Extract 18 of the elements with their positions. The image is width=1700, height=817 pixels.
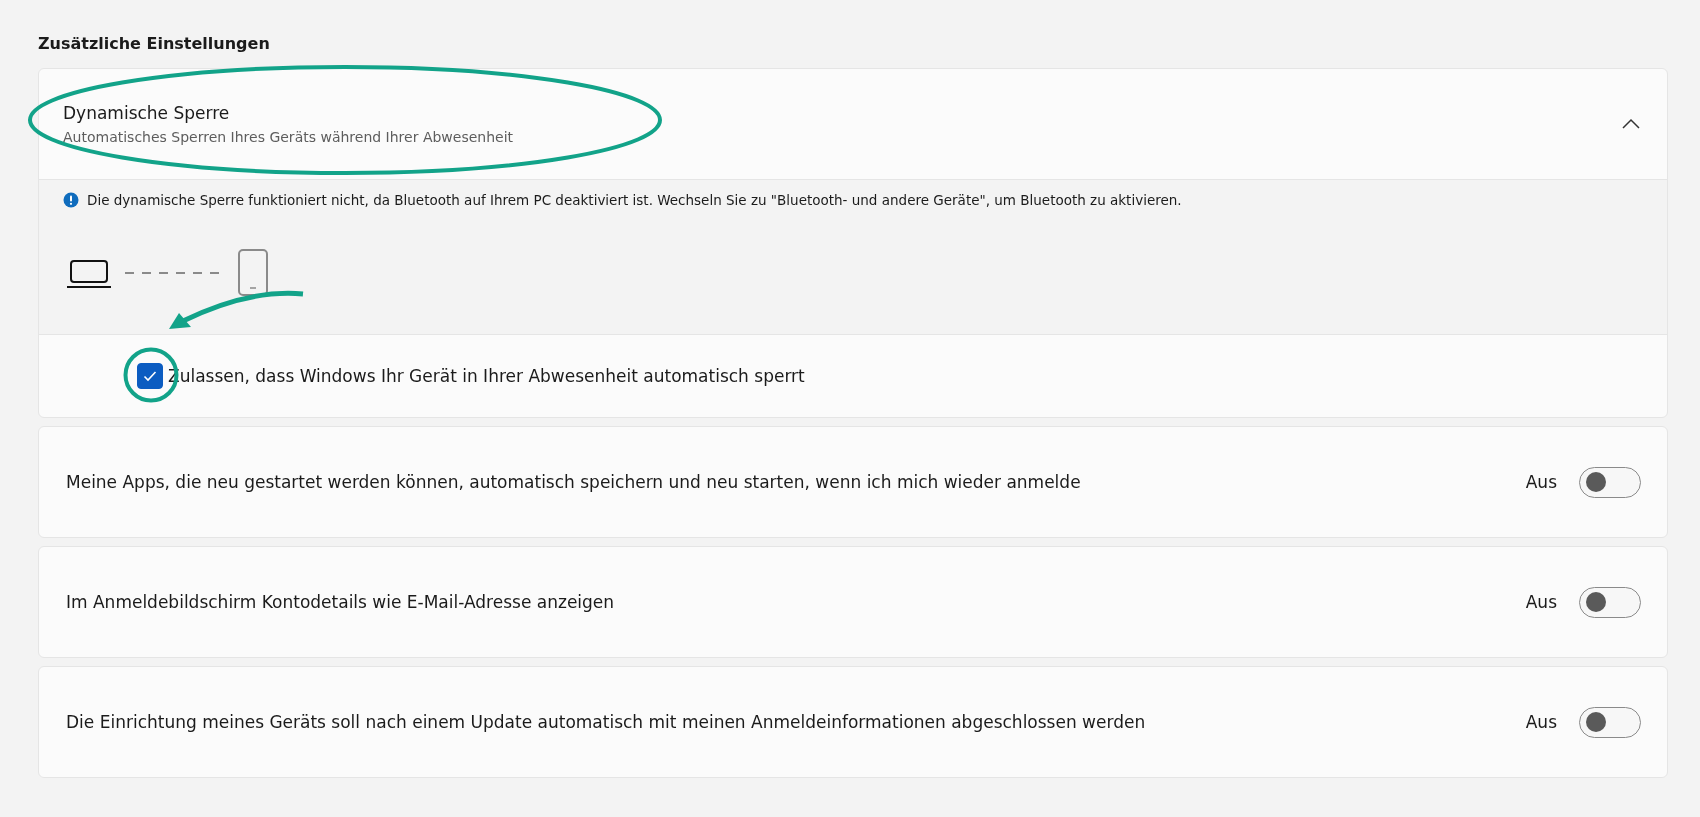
toggle-state-text: Aus — [1525, 712, 1557, 732]
setting-label: Meine Apps, die neu gestartet werden können, automatisch speichern und neu starten, wenn ich mich wieder anmelde — [66, 472, 1081, 492]
setting-label: Die Einrichtung meines Geräts soll nach einem Update automatisch mit meinen Anmeldeinformationen abgeschlossen werden — [66, 712, 1146, 732]
info-icon — [63, 192, 79, 208]
setting-title: Dynamische Sperre — [63, 103, 231, 123]
info-message: Die dynamische Sperre funktioniert nicht, da Bluetooth auf Ihrem PC deaktiviert ist. Wechseln Sie zu "Bluetooth- und andere Geräte", um Bluetooth zu aktivieren. — [87, 192, 1182, 208]
setting-description: Automatisches Sperren Ihres Geräts während Ihrer Abwesenheit — [63, 129, 514, 145]
chevron-up-icon[interactable] — [1621, 118, 1641, 130]
toggle-switch[interactable] — [1579, 706, 1641, 738]
setting-label: Im Anmeldebildschirm Kontodetails wie E-Mail-Adresse anzeigen — [66, 592, 615, 612]
checkmark-icon — [143, 370, 157, 382]
toggle-state-text: Aus — [1525, 472, 1557, 492]
section-heading: Zusätzliche Einstellungen — [38, 34, 271, 53]
dynamic-lock-header[interactable]: Dynamische Sperre Automatisches Sperren Ihres Geräts während Ihrer Abwesenheit — [39, 69, 1667, 179]
toggle-switch[interactable] — [1579, 466, 1641, 498]
toggle-switch[interactable] — [1579, 586, 1641, 618]
toggle-state-text: Aus — [1525, 592, 1557, 612]
checkbox[interactable] — [137, 363, 163, 389]
